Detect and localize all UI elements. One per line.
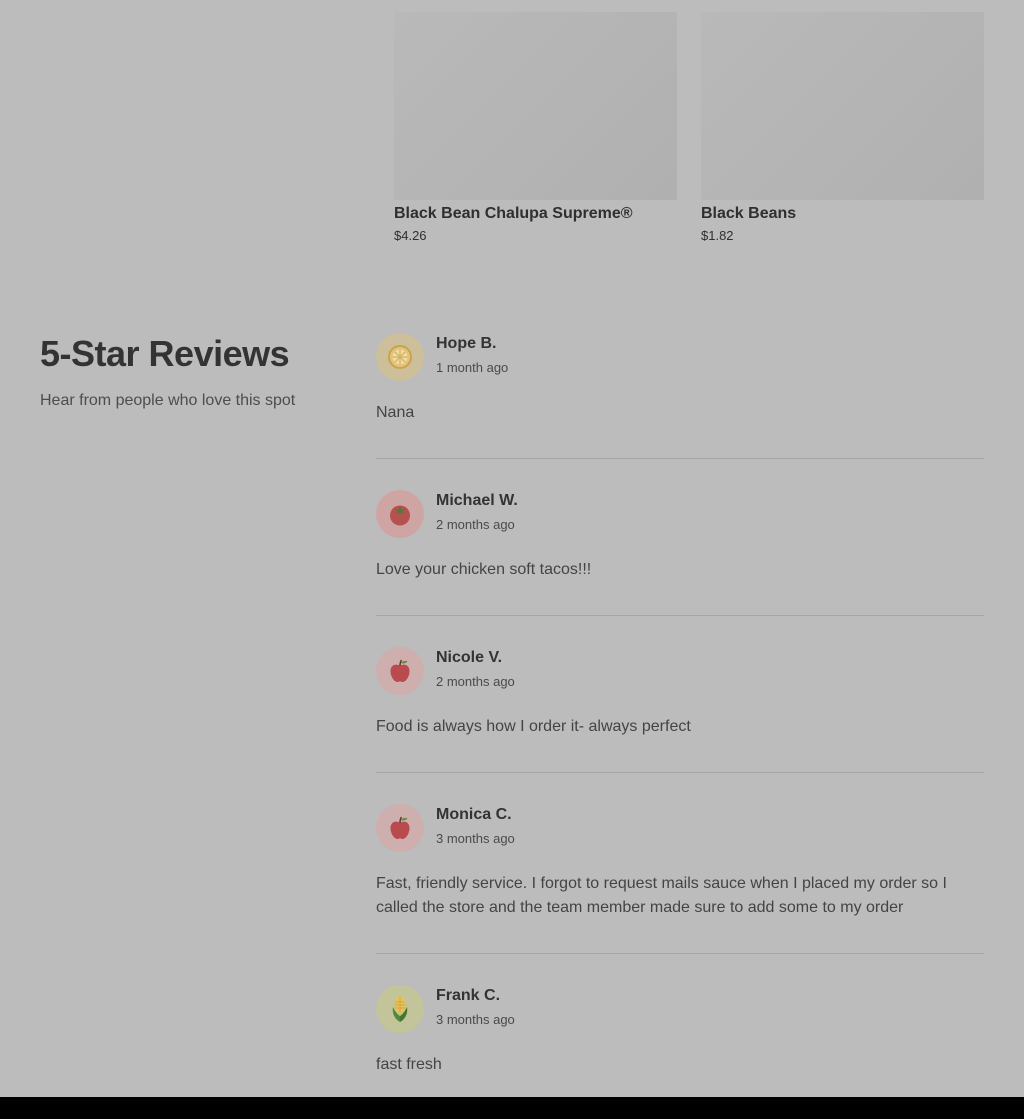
review-time: 3 months ago bbox=[436, 831, 515, 846]
avatar bbox=[376, 490, 424, 538]
avatar bbox=[376, 333, 424, 381]
review-divider bbox=[376, 772, 984, 773]
review-divider bbox=[376, 953, 984, 954]
review-time: 3 months ago bbox=[436, 1012, 515, 1027]
product-price: $4.26 bbox=[394, 228, 427, 243]
corn-icon bbox=[392, 996, 408, 1022]
product-image[interactable] bbox=[701, 12, 984, 200]
avatar bbox=[376, 804, 424, 852]
review-text: Food is always how I order it- always pe… bbox=[376, 718, 691, 735]
review-time: 2 months ago bbox=[436, 517, 515, 532]
product-card-black-beans[interactable]: Black Beans $1.82 bbox=[701, 12, 984, 244]
tomato-icon bbox=[390, 505, 410, 526]
avatar bbox=[376, 985, 424, 1033]
review-text: Fast, friendly service. I forgot to requ… bbox=[376, 875, 947, 916]
review-author: Michael W. bbox=[436, 492, 518, 509]
reviews-section-subtitle: Hear from people who love this spot bbox=[40, 392, 296, 409]
review-divider bbox=[376, 458, 984, 459]
apple-icon bbox=[390, 659, 410, 683]
product-name: Black Beans bbox=[701, 205, 797, 222]
review-text: Love your chicken soft tacos!!! bbox=[376, 561, 592, 578]
review-author: Hope B. bbox=[436, 335, 497, 352]
store-page: Black Bean Chalupa Supreme® $4.26 Black … bbox=[0, 0, 1024, 1119]
review-time: 1 month ago bbox=[436, 360, 509, 375]
review-time: 2 months ago bbox=[436, 674, 515, 689]
review-author: Monica C. bbox=[436, 806, 512, 823]
avatar bbox=[376, 647, 424, 695]
review-author: Frank C. bbox=[436, 987, 501, 1004]
product-card-black-bean-chalupa[interactable]: Black Bean Chalupa Supreme® $4.26 bbox=[394, 12, 677, 244]
lemon-slice-icon bbox=[388, 345, 412, 369]
review-divider bbox=[376, 615, 984, 616]
review-author: Nicole V. bbox=[436, 649, 503, 666]
review-text: Nana bbox=[376, 404, 415, 421]
product-price: $1.82 bbox=[701, 228, 734, 243]
review-text: fast fresh bbox=[376, 1056, 442, 1073]
reviews-section-title: 5-Star Reviews bbox=[40, 333, 290, 374]
product-name: Black Bean Chalupa Supreme® bbox=[394, 205, 633, 222]
product-image[interactable] bbox=[394, 12, 677, 200]
bottom-bar bbox=[0, 1097, 1024, 1119]
apple-icon bbox=[390, 816, 410, 840]
